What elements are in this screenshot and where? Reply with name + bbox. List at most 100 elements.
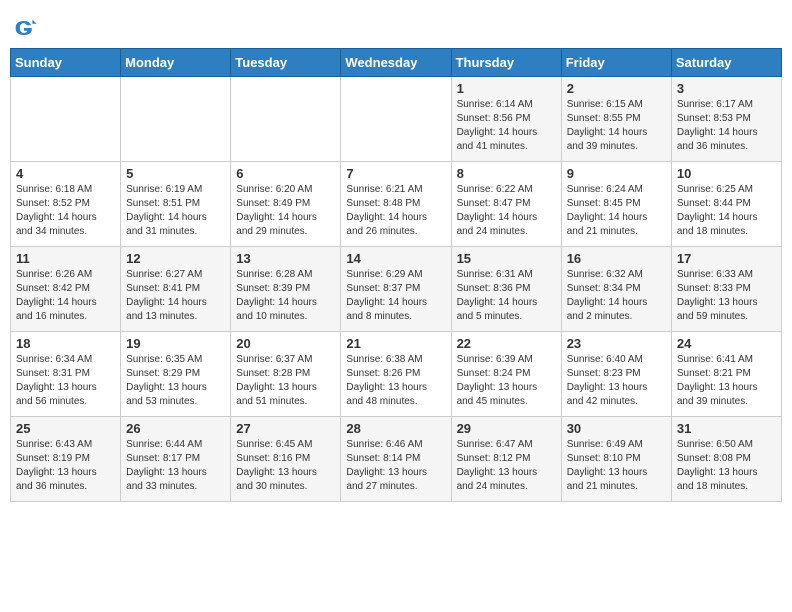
calendar-cell: 4Sunrise: 6:18 AM Sunset: 8:52 PM Daylig… <box>11 162 121 247</box>
calendar-week-row: 18 Sunrise: 6:34 AM Sunset: 8:31 PM Dayli… <box>11 332 782 417</box>
day-of-week-header: Sunday <box>11 49 121 77</box>
day-info: Sunrise: 6:28 AM Sunset: 8:39 PM Dayligh… <box>236 268 335 324</box>
calendar-cell <box>341 77 451 162</box>
day-info: Sunrise: 6:19 AM Sunset: 8:51 PM Dayligh… <box>126 183 225 239</box>
day-number: 7 <box>346 166 445 181</box>
day-info: Sunrise: 6:33 AM Sunset: 8:33 PM Dayligh… <box>677 268 776 324</box>
day-info: Sunrise: 6:25 AM Sunset: 8:44 PM Dayligh… <box>677 183 776 239</box>
calendar-cell: 8Sunrise: 6:22 AM Sunset: 8:47 PM Daylig… <box>451 162 561 247</box>
day-info: Sunrise: 6:14 AM Sunset: 8:56 PM Dayligh… <box>457 98 556 154</box>
day-number: 20 <box>236 336 335 351</box>
day-info: Sunrise: 6:27 AM Sunset: 8:41 PM Dayligh… <box>126 268 225 324</box>
day-info: Sunrise: 6:35 AM Sunset: 8:29 PM Dayligh… <box>126 353 225 409</box>
day-of-week-header: Thursday <box>451 49 561 77</box>
calendar-cell: 21 Sunrise: 6:38 AM Sunset: 8:26 PM Dayli… <box>341 332 451 417</box>
day-info: Sunrise: 6:15 AM Sunset: 8:55 PM Dayligh… <box>567 98 666 154</box>
calendar-cell <box>121 77 231 162</box>
day-number: 23 <box>567 336 666 351</box>
calendar-cell: 15Sunrise: 6:31 AM Sunset: 8:36 PM Dayli… <box>451 247 561 332</box>
day-info: Sunrise: 6:20 AM Sunset: 8:49 PM Dayligh… <box>236 183 335 239</box>
day-info: Sunrise: 6:17 AM Sunset: 8:53 PM Dayligh… <box>677 98 776 154</box>
calendar-cell: 10 Sunrise: 6:25 AM Sunset: 8:44 PM Dayli… <box>671 162 781 247</box>
calendar-cell: 7 Sunrise: 6:21 AM Sunset: 8:48 PM Daylig… <box>341 162 451 247</box>
calendar-cell: 28 Sunrise: 6:46 AM Sunset: 8:14 PM Dayli… <box>341 417 451 502</box>
day-info: Sunrise: 6:45 AM Sunset: 8:16 PM Dayligh… <box>236 438 335 494</box>
day-info: Sunrise: 6:37 AM Sunset: 8:28 PM Dayligh… <box>236 353 335 409</box>
calendar-cell: 24 Sunrise: 6:41 AM Sunset: 8:21 PM Dayli… <box>671 332 781 417</box>
calendar-table: SundayMondayTuesdayWednesdayThursdayFrid… <box>10 48 782 502</box>
day-number: 17 <box>677 251 776 266</box>
day-number: 8 <box>457 166 556 181</box>
header <box>10 10 782 42</box>
day-info: Sunrise: 6:39 AM Sunset: 8:24 PM Dayligh… <box>457 353 556 409</box>
calendar-cell: 11Sunrise: 6:26 AM Sunset: 8:42 PM Dayli… <box>11 247 121 332</box>
day-number: 9 <box>567 166 666 181</box>
day-info: Sunrise: 6:44 AM Sunset: 8:17 PM Dayligh… <box>126 438 225 494</box>
calendar-cell: 2 Sunrise: 6:15 AM Sunset: 8:55 PM Daylig… <box>561 77 671 162</box>
day-of-week-header: Tuesday <box>231 49 341 77</box>
calendar-cell: 1 Sunrise: 6:14 AM Sunset: 8:56 PM Daylig… <box>451 77 561 162</box>
day-header-row: SundayMondayTuesdayWednesdayThursdayFrid… <box>11 49 782 77</box>
calendar-cell: 3 Sunrise: 6:17 AM Sunset: 8:53 PM Daylig… <box>671 77 781 162</box>
calendar-cell: 5 Sunrise: 6:19 AM Sunset: 8:51 PM Daylig… <box>121 162 231 247</box>
calendar-cell: 31Sunrise: 6:50 AM Sunset: 8:08 PM Dayli… <box>671 417 781 502</box>
day-number: 24 <box>677 336 776 351</box>
day-number: 29 <box>457 421 556 436</box>
day-info: Sunrise: 6:47 AM Sunset: 8:12 PM Dayligh… <box>457 438 556 494</box>
day-number: 13 <box>236 251 335 266</box>
day-number: 30 <box>567 421 666 436</box>
day-info: Sunrise: 6:43 AM Sunset: 8:19 PM Dayligh… <box>16 438 115 494</box>
day-number: 1 <box>457 81 556 96</box>
day-number: 2 <box>567 81 666 96</box>
calendar-cell <box>11 77 121 162</box>
day-number: 6 <box>236 166 335 181</box>
calendar-week-row: 4Sunrise: 6:18 AM Sunset: 8:52 PM Daylig… <box>11 162 782 247</box>
calendar-cell: 18 Sunrise: 6:34 AM Sunset: 8:31 PM Dayli… <box>11 332 121 417</box>
day-of-week-header: Friday <box>561 49 671 77</box>
day-number: 5 <box>126 166 225 181</box>
calendar-cell: 29 Sunrise: 6:47 AM Sunset: 8:12 PM Dayli… <box>451 417 561 502</box>
calendar-cell: 13 Sunrise: 6:28 AM Sunset: 8:39 PM Dayli… <box>231 247 341 332</box>
day-number: 18 <box>16 336 115 351</box>
day-number: 4 <box>16 166 115 181</box>
day-info: Sunrise: 6:40 AM Sunset: 8:23 PM Dayligh… <box>567 353 666 409</box>
calendar-cell: 17 Sunrise: 6:33 AM Sunset: 8:33 PM Dayli… <box>671 247 781 332</box>
day-number: 21 <box>346 336 445 351</box>
calendar-week-row: 11Sunrise: 6:26 AM Sunset: 8:42 PM Dayli… <box>11 247 782 332</box>
day-info: Sunrise: 6:46 AM Sunset: 8:14 PM Dayligh… <box>346 438 445 494</box>
day-number: 14 <box>346 251 445 266</box>
day-info: Sunrise: 6:34 AM Sunset: 8:31 PM Dayligh… <box>16 353 115 409</box>
day-number: 27 <box>236 421 335 436</box>
day-of-week-header: Wednesday <box>341 49 451 77</box>
calendar-cell: 25 Sunrise: 6:43 AM Sunset: 8:19 PM Dayli… <box>11 417 121 502</box>
calendar-week-row: 1 Sunrise: 6:14 AM Sunset: 8:56 PM Daylig… <box>11 77 782 162</box>
day-info: Sunrise: 6:38 AM Sunset: 8:26 PM Dayligh… <box>346 353 445 409</box>
calendar-cell: 23 Sunrise: 6:40 AM Sunset: 8:23 PM Dayli… <box>561 332 671 417</box>
day-number: 3 <box>677 81 776 96</box>
day-number: 12 <box>126 251 225 266</box>
calendar-cell: 6 Sunrise: 6:20 AM Sunset: 8:49 PM Daylig… <box>231 162 341 247</box>
day-of-week-header: Saturday <box>671 49 781 77</box>
logo <box>10 14 42 42</box>
calendar-cell: 19Sunrise: 6:35 AM Sunset: 8:29 PM Dayli… <box>121 332 231 417</box>
calendar-cell: 16 Sunrise: 6:32 AM Sunset: 8:34 PM Dayli… <box>561 247 671 332</box>
day-number: 28 <box>346 421 445 436</box>
day-number: 16 <box>567 251 666 266</box>
day-info: Sunrise: 6:21 AM Sunset: 8:48 PM Dayligh… <box>346 183 445 239</box>
calendar-cell: 30Sunrise: 6:49 AM Sunset: 8:10 PM Dayli… <box>561 417 671 502</box>
day-number: 25 <box>16 421 115 436</box>
day-info: Sunrise: 6:31 AM Sunset: 8:36 PM Dayligh… <box>457 268 556 324</box>
day-info: Sunrise: 6:24 AM Sunset: 8:45 PM Dayligh… <box>567 183 666 239</box>
calendar-cell: 26Sunrise: 6:44 AM Sunset: 8:17 PM Dayli… <box>121 417 231 502</box>
calendar-cell: 20 Sunrise: 6:37 AM Sunset: 8:28 PM Dayli… <box>231 332 341 417</box>
logo-icon <box>10 14 38 42</box>
calendar-week-row: 25 Sunrise: 6:43 AM Sunset: 8:19 PM Dayli… <box>11 417 782 502</box>
day-info: Sunrise: 6:26 AM Sunset: 8:42 PM Dayligh… <box>16 268 115 324</box>
calendar-cell: 12 Sunrise: 6:27 AM Sunset: 8:41 PM Dayli… <box>121 247 231 332</box>
day-number: 10 <box>677 166 776 181</box>
calendar-cell <box>231 77 341 162</box>
day-info: Sunrise: 6:32 AM Sunset: 8:34 PM Dayligh… <box>567 268 666 324</box>
day-info: Sunrise: 6:41 AM Sunset: 8:21 PM Dayligh… <box>677 353 776 409</box>
day-number: 22 <box>457 336 556 351</box>
calendar-cell: 9 Sunrise: 6:24 AM Sunset: 8:45 PM Daylig… <box>561 162 671 247</box>
